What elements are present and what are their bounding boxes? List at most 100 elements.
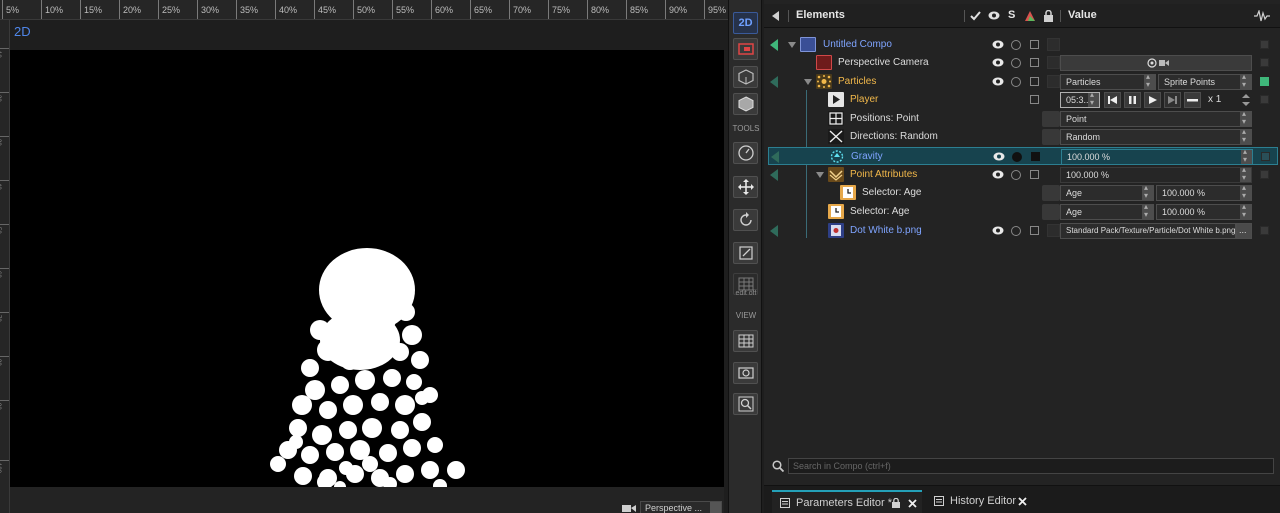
link-slot[interactable] [1042, 204, 1060, 220]
selector-amount-field[interactable]: 100.000 % [1156, 204, 1252, 220]
rotate-tool-button[interactable] [733, 209, 758, 231]
direction-type-select[interactable]: Random [1060, 129, 1252, 145]
element-row-selector-age[interactable]: Selector: Age Age 100.000 % [768, 203, 1278, 221]
expand-arrow-icon[interactable] [816, 172, 824, 178]
color-tag-icon[interactable] [1024, 10, 1036, 22]
color-swatch[interactable] [1047, 38, 1060, 51]
gravity-amount-field[interactable]: 100.000 % [1061, 149, 1253, 165]
scale-tool-button[interactable] [733, 242, 758, 264]
value-spinner[interactable] [1240, 186, 1251, 200]
lock-toggle[interactable] [1031, 152, 1040, 161]
view-2d-button[interactable]: 2D [733, 12, 758, 34]
row-option-toggle[interactable] [1260, 170, 1269, 179]
select-spinner[interactable] [1240, 75, 1251, 89]
element-row-gravity[interactable]: Gravity 100.000 % [768, 147, 1278, 165]
color-swatch[interactable] [1047, 75, 1060, 88]
element-row-untitled-compo[interactable]: Untitled Compo [768, 36, 1278, 54]
tab-history-editor[interactable]: History Editor [926, 490, 1036, 513]
collapse-left-icon[interactable] [772, 11, 780, 21]
select-spinner[interactable] [1142, 186, 1153, 200]
selector-type-select[interactable]: Age [1060, 204, 1154, 220]
selector-type-select[interactable]: Age [1060, 185, 1154, 201]
close-tab-icon[interactable] [908, 499, 917, 508]
select-spinner[interactable] [1142, 205, 1153, 219]
time-spinner[interactable] [1088, 93, 1099, 107]
lock-toggle[interactable] [1030, 95, 1039, 104]
color-swatch[interactable] [1047, 56, 1060, 69]
element-row-point-attributes[interactable]: Point Attributes 100.000 % [768, 166, 1278, 184]
lock-toggle[interactable] [1030, 170, 1039, 179]
element-row-selector-age[interactable]: Selector: Age Age 100.000 % [768, 184, 1278, 202]
visibility-icon[interactable] [992, 77, 1004, 86]
element-row-positions-point[interactable]: Positions: Point Point [768, 110, 1278, 128]
skip-forward-button[interactable] [1164, 92, 1181, 108]
particles-type-select[interactable]: Particles [1060, 74, 1156, 90]
browse-file-button[interactable]: ... [1236, 223, 1252, 239]
row-option-toggle[interactable] [1261, 152, 1270, 161]
element-row-dot-white-texture[interactable]: Dot White b.png Standard Pack/Texture/Pa… [768, 222, 1278, 240]
solo-toggle[interactable] [1011, 170, 1021, 180]
lock-toggle[interactable] [1030, 58, 1039, 67]
selector-amount-field[interactable]: 100.000 % [1156, 185, 1252, 201]
expand-arrow-icon[interactable] [804, 79, 812, 85]
select-spinner[interactable] [710, 502, 721, 513]
link-slot[interactable] [1042, 185, 1060, 201]
visibility-icon[interactable] [992, 58, 1004, 67]
row-option-toggle[interactable] [1260, 58, 1269, 67]
zoom-button[interactable] [733, 393, 758, 415]
camera-link-field[interactable] [1060, 55, 1252, 71]
visibility-icon[interactable] [993, 152, 1005, 161]
grid-view-button[interactable] [733, 330, 758, 352]
waveform-icon[interactable] [1254, 10, 1270, 22]
select-spinner[interactable] [1240, 130, 1251, 144]
camera-select[interactable]: Perspective ... [640, 501, 722, 513]
search-compo-input[interactable]: Search in Compo (ctrl+f) [788, 458, 1274, 474]
element-row-directions-random[interactable]: Directions: Random Random [768, 128, 1278, 146]
snapshot-button[interactable] [733, 362, 758, 384]
element-row-particles[interactable]: Particles Particles Sprite Points [768, 73, 1278, 91]
lock-toggle[interactable] [1030, 40, 1039, 49]
loop-button[interactable] [1184, 92, 1201, 108]
solo-toggle[interactable] [1012, 152, 1022, 162]
link-slot[interactable] [1042, 111, 1060, 127]
visibility-header-icon[interactable] [988, 11, 1000, 20]
lock-icon[interactable] [1044, 10, 1053, 22]
tab-lock-icon[interactable] [892, 498, 900, 508]
select-spinner[interactable] [1240, 112, 1251, 126]
visibility-icon[interactable] [992, 170, 1004, 179]
magnet-button[interactable] [733, 38, 758, 60]
row-option-toggle[interactable] [1260, 77, 1269, 86]
visibility-icon[interactable] [992, 40, 1004, 49]
element-row-perspective-camera[interactable]: Perspective Camera [768, 54, 1278, 72]
texture-path-field[interactable]: Standard Pack/Texture/Particle/Dot White… [1060, 223, 1236, 239]
attribute-amount-field[interactable]: 100.000 % [1060, 167, 1252, 183]
solo-toggle[interactable] [1011, 77, 1021, 87]
value-spinner[interactable] [1240, 168, 1251, 182]
visibility-icon[interactable] [992, 226, 1004, 235]
solid-cube-button[interactable] [733, 93, 758, 115]
move-tool-button[interactable] [733, 176, 758, 198]
value-spinner[interactable] [1241, 150, 1252, 164]
solo-toggle[interactable] [1011, 226, 1021, 236]
link-slot[interactable] [1042, 129, 1060, 145]
row-option-toggle[interactable] [1260, 226, 1269, 235]
element-row-player[interactable]: Player 05:3... x 1 [768, 91, 1278, 109]
row-option-toggle[interactable] [1260, 95, 1269, 104]
color-swatch[interactable] [1047, 224, 1060, 237]
solo-toggle[interactable] [1011, 58, 1021, 68]
position-type-select[interactable]: Point [1060, 111, 1252, 127]
time-field[interactable]: 05:3... [1060, 92, 1100, 108]
select-spinner[interactable] [1144, 75, 1155, 89]
tab-parameters-editor[interactable]: Parameters Editor * [772, 490, 922, 513]
value-spinner[interactable] [1240, 205, 1251, 219]
check-icon[interactable] [970, 11, 981, 21]
wireframe-cube-button[interactable] [733, 66, 758, 88]
lock-toggle[interactable] [1030, 226, 1039, 235]
render-mode-select[interactable]: Sprite Points [1158, 74, 1252, 90]
pause-button[interactable] [1124, 92, 1141, 108]
close-tab-icon[interactable] [1018, 497, 1027, 506]
skip-back-button[interactable] [1104, 92, 1121, 108]
render-viewport[interactable] [10, 50, 724, 487]
expand-arrow-icon[interactable] [788, 42, 796, 48]
play-button[interactable] [1144, 92, 1161, 108]
